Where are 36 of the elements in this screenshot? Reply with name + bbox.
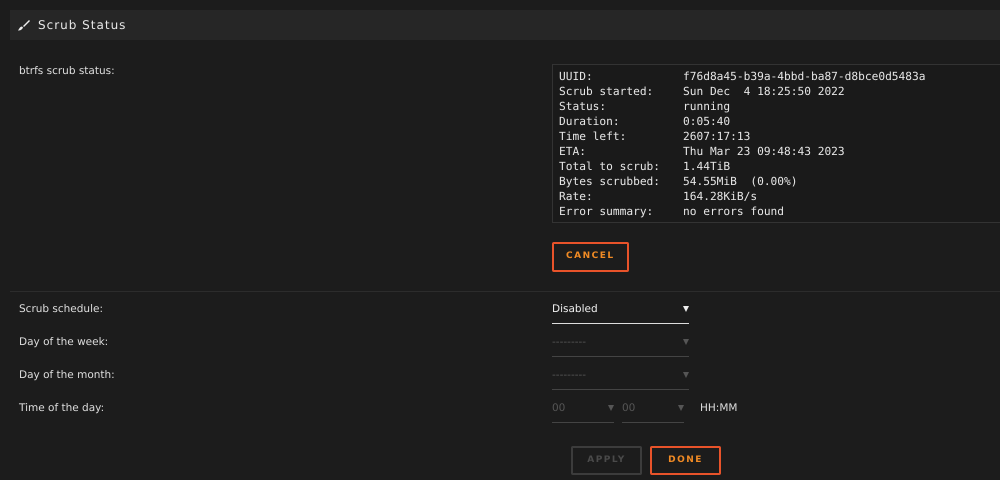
output-value: 54.55MiB (0.00%) [683, 175, 798, 188]
output-value: running [683, 100, 730, 113]
output-label: Status: [559, 99, 608, 114]
output-label: ETA: [559, 144, 587, 159]
field-label: Scrub schedule: [19, 302, 104, 314]
done-button[interactable]: DONE [650, 446, 721, 475]
caret-icon [683, 306, 689, 312]
output-value: 164.28KiB/s [683, 190, 758, 203]
caret-icon [683, 372, 689, 378]
output-value: 0:05:40 [683, 115, 730, 128]
output-label: Total to scrub: [559, 159, 662, 174]
format-hint: HH:MM [700, 400, 738, 416]
output-label: Duration: [559, 114, 621, 129]
field-label: Time of the day: [19, 402, 104, 414]
output-value: Thu Mar 23 09:48:43 2023 [683, 145, 845, 158]
output-value: 2607:17:13 [683, 130, 750, 143]
output-value: 1.44TiB [683, 160, 730, 173]
caret-icon [608, 405, 614, 412]
caret-icon [678, 405, 684, 412]
output-label: UUID: [559, 69, 594, 84]
output-label: Bytes scrubbed: [559, 174, 662, 189]
output-label: Rate: [559, 189, 594, 204]
output-label: Scrub started: [559, 84, 654, 99]
caret-icon [683, 339, 689, 346]
panel-title: Scrub Status [38, 17, 126, 34]
output-value: no errors found [683, 205, 784, 218]
cancel-button[interactable]: CANCEL [552, 242, 629, 272]
dropdown[interactable]: Disabled [552, 302, 689, 324]
field-label: Day of the week: [19, 336, 108, 348]
field-label: Day of the month: [19, 368, 115, 380]
output-label: Time left: [559, 129, 628, 144]
field-label: btrfs scrub status: [19, 65, 115, 77]
output-value: f76d8a45-b39a-4bbd-ba87-d8bce0d5483a [683, 70, 926, 83]
brush-icon [18, 19, 30, 31]
output-label: Error summary: [559, 204, 654, 219]
output-value: Sun Dec 4 18:25:50 2022 [683, 85, 845, 98]
